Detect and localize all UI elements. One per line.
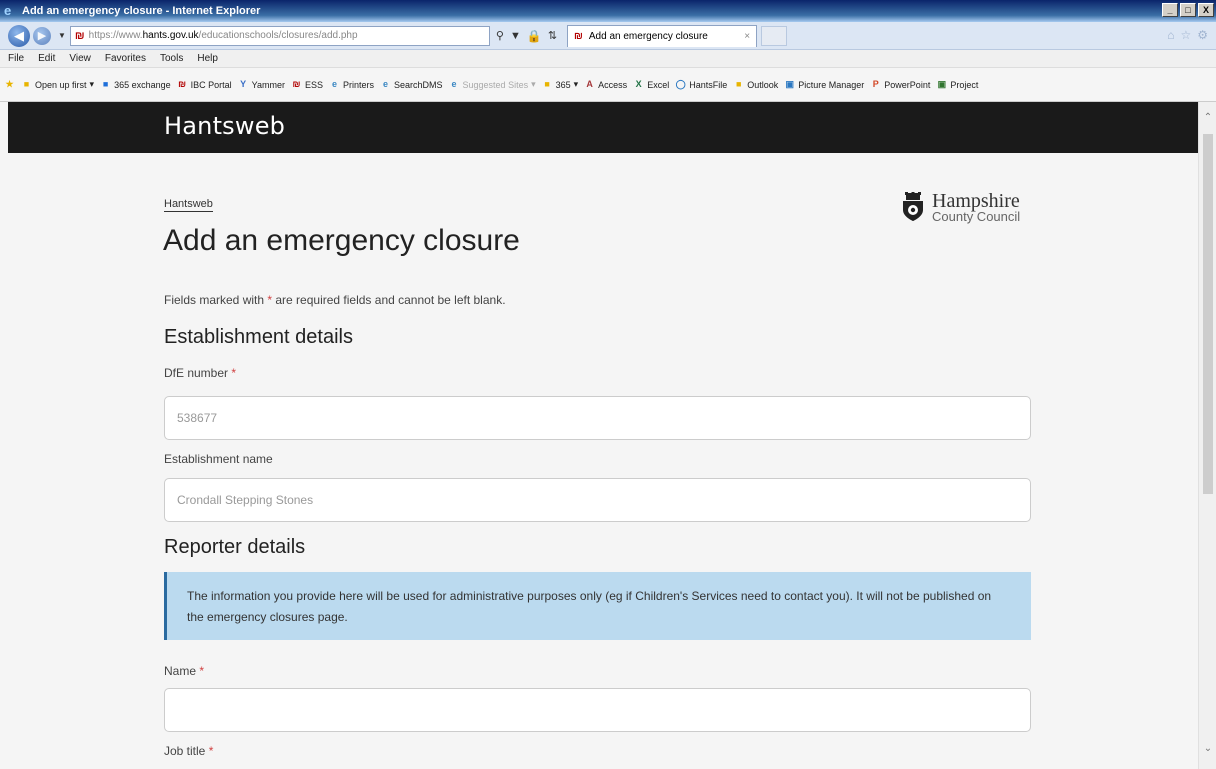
favorites-bar: ★ ■ Open up first ▾ ■ 365 exchange ₪ IBC Por…: [0, 68, 1216, 102]
tab-add-emergency-closure[interactable]: ₪ Add an emergency closure ×: [567, 24, 758, 47]
required-note: Fields marked with * are required fields…: [164, 293, 506, 307]
vertical-scrollbar[interactable]: ⌃ ⌄: [1198, 102, 1216, 769]
globe-icon: ◯: [675, 79, 686, 89]
establishment-heading: Establishment details: [164, 326, 353, 348]
home-icon[interactable]: ⌂: [1167, 28, 1174, 42]
dfe-number-label: DfE number *: [164, 366, 237, 380]
fav-outlook[interactable]: ■ Outlook: [733, 79, 778, 90]
window-controls: _ □ X: [1162, 3, 1214, 17]
history-dropdown-icon[interactable]: ▼: [58, 31, 66, 40]
minimize-button[interactable]: _: [1162, 3, 1178, 17]
menu-edit[interactable]: Edit: [38, 53, 55, 64]
address-domain: hants.gov.uk: [142, 30, 199, 41]
scroll-up-icon[interactable]: ⌃: [1199, 110, 1216, 126]
breadcrumb[interactable]: Hantsweb: [164, 198, 213, 212]
favorites-bar-star-icon[interactable]: ★: [4, 79, 15, 90]
page-title: Add an emergency closure: [163, 224, 520, 257]
info-box: The information you provide here will be…: [164, 572, 1031, 640]
powerpoint-icon: P: [872, 79, 879, 89]
menu-view[interactable]: View: [69, 53, 91, 64]
favorites-star-icon[interactable]: ☆: [1180, 28, 1191, 42]
forward-button[interactable]: ▶: [33, 26, 51, 45]
address-dropdown-icon[interactable]: ▼: [510, 30, 521, 42]
window-titlebar: e Add an emergency closure - Internet Ex…: [0, 0, 1216, 22]
fav-hantsfile[interactable]: ◯ HantsFile: [675, 79, 728, 90]
fav-365[interactable]: ■ 365 ▾: [542, 79, 578, 90]
fav-project[interactable]: ▣ Project: [936, 79, 979, 90]
address-domain-prefix: www.: [118, 30, 143, 41]
fav-yammer[interactable]: Y Yammer: [238, 79, 285, 90]
site-brand[interactable]: Hantsweb: [164, 112, 285, 140]
logo-line2: County Council: [932, 209, 1021, 224]
outlook-icon: ■: [736, 79, 742, 89]
folder-icon: ■: [23, 79, 30, 89]
address-bar[interactable]: ₪ https:// www. hants.gov.uk /educations…: [69, 25, 490, 46]
fav-printers[interactable]: e Printers: [329, 79, 374, 90]
browser-toolbar-icons: ⌂ ☆ ⚙: [1167, 28, 1208, 42]
hcc-icon: ₪: [292, 79, 301, 89]
establishment-name-label: Establishment name: [164, 452, 273, 466]
hcc-favicon-icon: ₪: [574, 30, 583, 42]
site-header: Hantsweb: [8, 102, 1198, 153]
menu-help[interactable]: Help: [197, 53, 218, 64]
fav-powerpoint[interactable]: P PowerPoint: [870, 79, 931, 90]
picture-icon: ▣: [785, 79, 794, 89]
search-icon[interactable]: ⚲: [496, 29, 504, 42]
window-title: Add an emergency closure - Internet Expl…: [22, 5, 261, 17]
address-path: /educationschools/closures/add.php: [198, 30, 358, 41]
fav-ibc-portal[interactable]: ₪ IBC Portal: [177, 79, 232, 90]
back-button[interactable]: ◀: [8, 24, 30, 47]
fav-searchdms[interactable]: e SearchDMS: [380, 79, 443, 90]
page-icon: e: [331, 79, 337, 89]
tab-close-icon[interactable]: ×: [744, 31, 750, 42]
fav-access[interactable]: A Access: [584, 79, 627, 90]
exchange-icon: ■: [102, 79, 109, 89]
page-icon: e: [383, 79, 389, 89]
hcc-icon: ₪: [178, 79, 187, 89]
reporter-heading: Reporter details: [164, 536, 306, 558]
address-protocol: https://: [88, 30, 119, 41]
lock-icon[interactable]: 🔒: [527, 29, 542, 43]
menu-bar: File Edit View Favorites Tools Help: [0, 50, 1216, 68]
page-viewport: Hantsweb Hantsweb Hampshire County Counc…: [0, 102, 1198, 769]
folder-icon: ■: [544, 79, 550, 89]
close-button[interactable]: X: [1198, 3, 1214, 17]
address-tools: ⚲ ▼ 🔒 ⇅: [496, 29, 557, 43]
name-field[interactable]: [164, 688, 1031, 732]
fav-ess[interactable]: ₪ ESS: [291, 79, 324, 90]
fav-open-up-first[interactable]: ■ Open up first ▾: [21, 79, 94, 90]
compatibility-icon[interactable]: ⇅: [548, 29, 557, 42]
address-row: ◀ ▶ ▼ ₪ https:// www. hants.gov.uk /educ…: [0, 22, 1216, 50]
internet-explorer-icon: e: [4, 3, 12, 18]
yammer-icon: Y: [240, 79, 247, 89]
menu-tools[interactable]: Tools: [160, 53, 183, 64]
project-icon: ▣: [937, 79, 947, 89]
fav-excel[interactable]: X Excel: [633, 79, 670, 90]
hcc-favicon-icon: ₪: [74, 29, 85, 42]
fav-suggested-sites[interactable]: e Suggested Sites ▾: [449, 79, 536, 90]
hampshire-logo[interactable]: Hampshire County Council: [900, 190, 1021, 224]
logo-line1: Hampshire: [932, 190, 1020, 212]
scroll-down-icon[interactable]: ⌄: [1199, 741, 1216, 757]
establishment-name-field[interactable]: Crondall Stepping Stones: [164, 478, 1031, 522]
gear-icon[interactable]: ⚙: [1197, 28, 1208, 42]
menu-favorites[interactable]: Favorites: [105, 53, 146, 64]
fav-picture-manager[interactable]: ▣ Picture Manager: [784, 79, 864, 90]
menu-file[interactable]: File: [8, 53, 24, 64]
new-tab-button[interactable]: [761, 25, 788, 46]
fav-365-exchange[interactable]: ■ 365 exchange: [100, 79, 171, 90]
maximize-button[interactable]: □: [1180, 3, 1196, 17]
name-label: Name *: [164, 664, 205, 678]
job-title-label: Job title *: [164, 744, 214, 758]
dfe-number-field[interactable]: 538677: [164, 396, 1031, 440]
scrollbar-thumb[interactable]: [1203, 134, 1213, 494]
page-icon: e: [451, 79, 457, 89]
excel-icon: X: [635, 79, 642, 89]
access-icon: A: [586, 79, 593, 89]
crest-icon: [903, 192, 923, 221]
tab-title: Add an emergency closure: [588, 30, 708, 42]
